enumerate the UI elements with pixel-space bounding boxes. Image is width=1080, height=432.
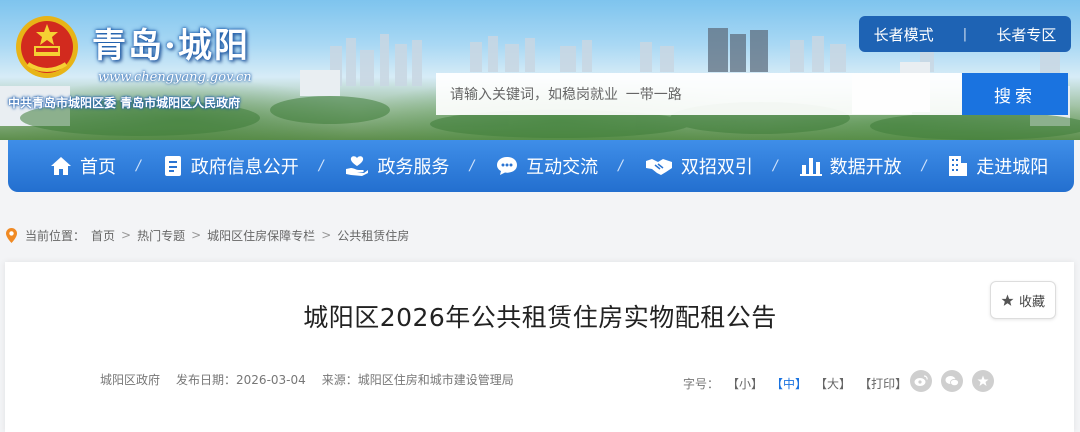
breadcrumb-item-public-rental[interactable]: 公共租赁住房: [337, 227, 409, 244]
breadcrumb-item-housing-column[interactable]: 城阳区住房保障专栏: [207, 227, 315, 244]
handshake-icon: [645, 159, 672, 175]
breadcrumb: 当前位置： 首页 > 热门专题 > 城阳区住房保障专栏 > 公共租赁住房: [6, 226, 409, 244]
chat-icon: [497, 157, 518, 175]
nav-item-gov-service[interactable]: 政务服务: [345, 153, 449, 179]
source-value: 城阳区住房和城市建设管理局: [357, 373, 514, 387]
qzone-share-button[interactable]: [972, 370, 994, 392]
nav-item-investment[interactable]: 双招双引: [645, 153, 753, 179]
weibo-share-button[interactable]: [910, 370, 932, 392]
publish-date-value: 2026-03-04: [236, 373, 306, 387]
breadcrumb-item-hot-topics[interactable]: 热门专题: [137, 227, 185, 244]
nav-label: 政务服务: [377, 157, 450, 178]
weibo-icon: [914, 375, 928, 386]
site-url: www.chengyang.gov.cn: [98, 70, 252, 85]
font-size-small[interactable]: 【小】: [727, 375, 763, 392]
bar-chart-icon: [799, 158, 822, 176]
site-name: 青岛·城阳: [92, 26, 250, 66]
nav-item-open-data[interactable]: 数据开放: [799, 153, 902, 179]
main-nav: 首页 / 政府信息公开 / 政务服务 / 互动交流 / 双招双引 / 数据开放 …: [8, 140, 1074, 192]
breadcrumb-arrow: >: [121, 228, 132, 242]
breadcrumb-item-home[interactable]: 首页: [91, 227, 115, 244]
document-icon: [164, 156, 181, 176]
nav-label: 双招双引: [680, 157, 753, 178]
elder-mode-bar: 长者模式 | 长者专区: [859, 16, 1071, 52]
nav-label: 数据开放: [829, 157, 902, 178]
building-icon: [949, 156, 968, 176]
publish-date-label: 发布日期：: [176, 373, 237, 387]
article-title: 城阳区2026年公共租赁住房实物配租公告: [303, 303, 777, 332]
hand-heart-icon: [346, 156, 369, 176]
elder-mode-separator: |: [962, 26, 968, 42]
breadcrumb-prefix: 当前位置：: [25, 228, 86, 243]
wechat-icon: [945, 376, 959, 387]
header-banner: 青岛·城阳 www.chengyang.gov.cn 中共青岛市城阳区委 青岛市…: [0, 0, 1080, 140]
font-size-label: 字号：: [683, 377, 720, 391]
site-subtitle: 中共青岛市城阳区委 青岛市城阳区人民政府: [8, 96, 241, 110]
nav-item-gov-info[interactable]: 政府信息公开: [163, 153, 299, 179]
elder-mode-link[interactable]: 长者模式: [874, 24, 934, 45]
location-pin-icon: [6, 227, 17, 243]
nav-separator: /: [772, 158, 778, 174]
breadcrumb-arrow: >: [191, 228, 202, 242]
wechat-share-button[interactable]: [941, 370, 963, 392]
elder-zone-link[interactable]: 长者专区: [996, 24, 1056, 45]
font-size-medium[interactable]: 【中】: [771, 375, 807, 392]
nav-separator: /: [318, 158, 324, 174]
article-author: 城阳区政府: [100, 373, 161, 387]
nav-label: 走进城阳: [976, 157, 1049, 178]
article-card: [5, 262, 1074, 432]
breadcrumb-arrow: >: [321, 228, 332, 242]
nav-label: 政府信息公开: [190, 157, 299, 178]
nav-separator: /: [618, 158, 623, 174]
font-size-controls: 字号： 【小】 【中】 【大】 【打印】: [683, 375, 907, 392]
article-source: 来源：城阳区住房和城市建设管理局: [322, 371, 514, 388]
nav-item-interaction[interactable]: 互动交流: [496, 153, 598, 179]
nav-item-home[interactable]: 首页: [50, 153, 116, 179]
nav-label: 互动交流: [526, 157, 599, 178]
nav-item-about-chengyang[interactable]: 走进城阳: [948, 153, 1048, 179]
article-meta: 城阳区政府 发布日期：2026-03-04 来源：城阳区住房和城市建设管理局: [100, 371, 514, 388]
publish-date: 发布日期：2026-03-04: [176, 371, 306, 388]
share-buttons: [910, 370, 994, 392]
nav-separator: /: [469, 158, 475, 174]
nav-separator: /: [136, 158, 141, 174]
font-size-large[interactable]: 【大】: [815, 375, 851, 392]
star-icon: [977, 375, 989, 386]
nav-separator: /: [921, 158, 927, 174]
source-label: 来源：: [321, 373, 358, 387]
print-button[interactable]: 【打印】: [859, 375, 907, 392]
nav-label: 首页: [80, 157, 116, 178]
search-button[interactable]: 搜索: [962, 73, 1068, 115]
home-icon: [51, 157, 71, 175]
national-emblem-icon: [16, 16, 78, 78]
search-input[interactable]: [436, 73, 962, 115]
